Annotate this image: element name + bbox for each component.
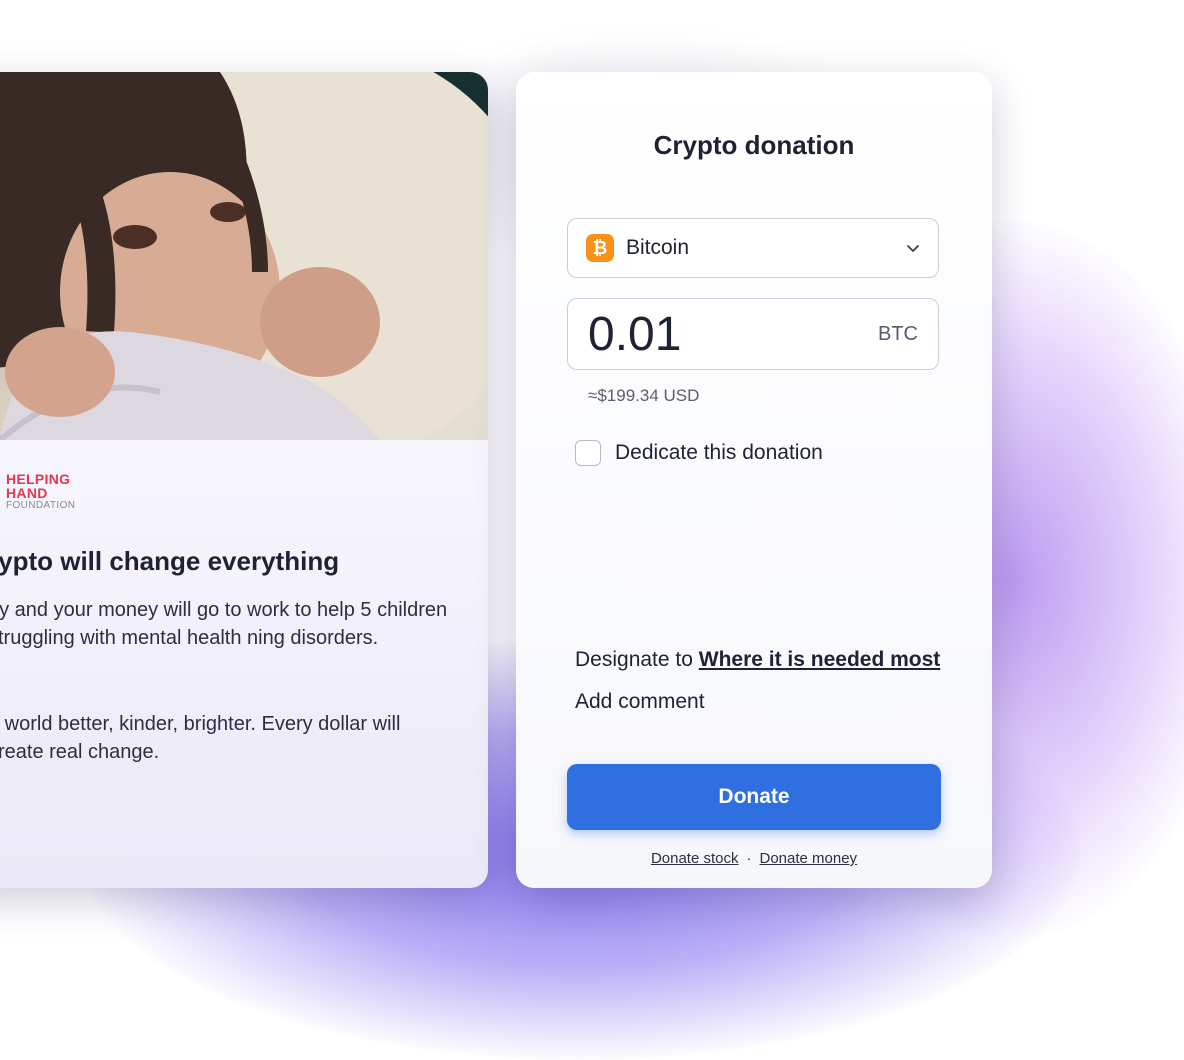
logo-line-1: HELPING [6,471,71,487]
designate-row: Designate to Where it is needed most [575,648,940,672]
campaign-description-1: ay and your money will go to work to hel… [0,599,448,649]
donate-stock-link[interactable]: Donate stock [651,850,739,867]
org-logo: HELPING HAND FOUNDATION [6,472,75,511]
designate-target-link[interactable]: Where it is needed most [699,648,941,671]
logo-line-2: HAND [6,485,48,501]
campaign-card: HELPING HAND FOUNDATION rypto will chang… [0,72,488,888]
currency-select[interactable]: ₿ Bitcoin [567,218,939,278]
campaign-title: rypto will change everything [0,546,340,576]
donate-money-link[interactable]: Donate money [759,850,857,867]
logo-line-3: FOUNDATION [6,500,76,511]
dedicate-label: Dedicate this donation [615,441,823,464]
designate-prefix: Designate to [575,648,699,671]
currency-selected-value: Bitcoin [626,236,690,259]
usd-estimate: ≈$199.34 USD [588,386,700,405]
amount-unit: BTC [878,322,918,345]
form-title: Crypto donation [653,130,855,160]
donate-button[interactable]: Donate [567,764,941,830]
dedicate-checkbox[interactable] [575,440,601,466]
bitcoin-icon: ₿ [586,234,614,262]
amount-value[interactable]: 0.01 [588,307,878,362]
chevron-down-icon [907,245,919,252]
amount-input[interactable]: 0.01 BTC [567,298,939,370]
donation-form-card: Crypto donation ₿ Bitcoin 0.01 BTC ≈$199… [516,72,992,888]
link-separator: · [746,850,752,867]
alternate-donation-links: Donate stock · Donate money [516,850,992,867]
campaign-photo [0,72,488,440]
dedicate-donation-toggle[interactable]: Dedicate this donation [575,440,823,466]
add-comment-link[interactable]: Add comment [575,690,705,714]
campaign-description-2: e world better, kinder, brighter. Every … [0,713,401,763]
